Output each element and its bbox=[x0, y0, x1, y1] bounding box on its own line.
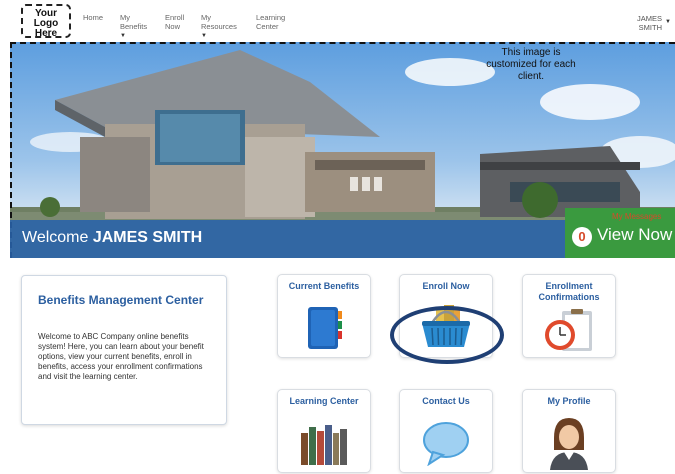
user-last-name: SMITH bbox=[638, 23, 662, 32]
nav-item-my-resources[interactable]: My Resources ▼ bbox=[201, 13, 237, 41]
nav-item-home[interactable]: Home bbox=[83, 13, 103, 22]
caret-down-icon: ▼ bbox=[201, 33, 207, 39]
tile-label: Learning Center bbox=[289, 396, 359, 406]
books-icon bbox=[301, 425, 347, 465]
tile-label: Enrollment Confirmations bbox=[523, 281, 615, 303]
welcome-prefix: Welcome bbox=[22, 229, 89, 246]
user-first-name: JAMES bbox=[636, 14, 662, 23]
tile-label: Contact Us bbox=[422, 396, 470, 406]
tile-label: Enroll Now bbox=[422, 281, 470, 291]
tile-contact-us[interactable]: Contact Us bbox=[399, 389, 493, 473]
caret-down-icon: ▼ bbox=[120, 33, 126, 39]
tile-current-benefits[interactable]: Current Benefits bbox=[277, 274, 371, 358]
logo-line: Here bbox=[34, 28, 58, 39]
tile-learning-center[interactable]: Learning Center bbox=[277, 389, 371, 473]
messages-count-badge: 0 bbox=[572, 227, 592, 247]
binder-icon bbox=[308, 307, 342, 349]
clipboard-clock-icon bbox=[545, 309, 592, 351]
info-card-title: Benefits Management Center bbox=[38, 293, 204, 307]
tile-label-line: Enrollment bbox=[545, 281, 593, 291]
view-messages-link[interactable]: View Now bbox=[597, 225, 672, 245]
user-menu[interactable]: JAMES SMITH ▼ bbox=[636, 14, 671, 32]
nav-item-label: Now bbox=[165, 22, 181, 31]
enroll-highlight-ring bbox=[390, 306, 504, 364]
nav-item-my-benefits[interactable]: My Benefits ▼ bbox=[120, 13, 147, 41]
caret-down-icon: ▼ bbox=[665, 19, 671, 25]
user-profile-icon bbox=[550, 418, 588, 470]
tile-label-line: Confirmations bbox=[538, 292, 600, 302]
top-nav: Your Logo Here Home My Benefits ▼ Enroll… bbox=[0, 0, 675, 42]
tile-my-profile[interactable]: My Profile bbox=[522, 389, 616, 473]
nav-item-label: Home bbox=[83, 13, 104, 22]
nav-item-label: Benefits bbox=[120, 22, 148, 31]
nav-item-label: My bbox=[120, 13, 130, 22]
tile-label: Current Benefits bbox=[288, 281, 360, 291]
nav-item-label: Enroll bbox=[165, 13, 185, 22]
nav-item-enroll-now[interactable]: Enroll Now bbox=[165, 13, 184, 31]
nav-item-label: Learning bbox=[256, 13, 286, 22]
welcome-message: Welcome JAMES SMITH bbox=[22, 229, 202, 247]
logo-placeholder[interactable]: Your Logo Here bbox=[21, 4, 71, 39]
nav-item-label: Resources bbox=[201, 22, 237, 31]
info-card: Benefits Management Center Welcome to AB… bbox=[21, 275, 227, 425]
info-card-body: Welcome to ABC Company online benefits s… bbox=[38, 332, 204, 381]
hero-customization-note: This image is customized for each client… bbox=[486, 47, 576, 82]
nav-item-label: My bbox=[201, 13, 211, 22]
tile-label: My Profile bbox=[547, 396, 591, 406]
nav-item-label: Center bbox=[256, 22, 279, 31]
messages-label: My Messages bbox=[612, 212, 662, 221]
nav-item-learning-center[interactable]: Learning Center bbox=[256, 13, 285, 31]
welcome-user-name: JAMES SMITH bbox=[92, 229, 203, 246]
speech-bubble-icon bbox=[423, 422, 469, 466]
tile-enrollment-confirmations[interactable]: Enrollment Confirmations bbox=[522, 274, 616, 358]
